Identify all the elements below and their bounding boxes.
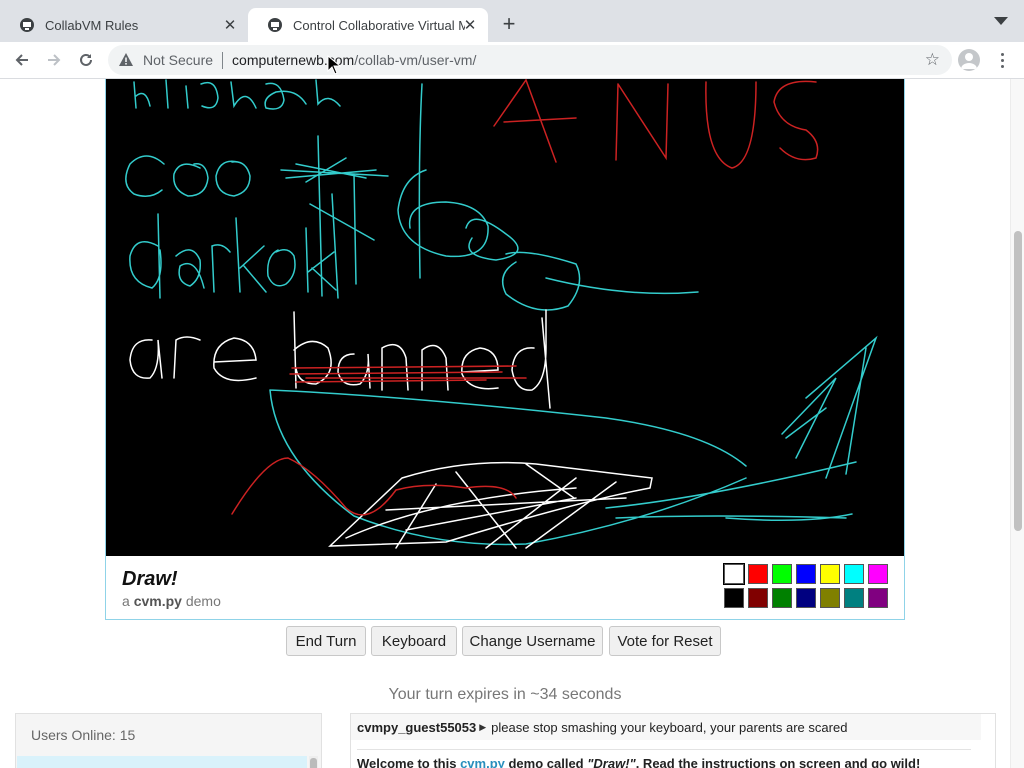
collabvm-favicon-icon [268, 18, 282, 32]
color-swatch[interactable] [844, 588, 864, 608]
subtitle-suffix: demo [185, 593, 221, 609]
drawing-canvas[interactable] [106, 79, 904, 556]
vm-subtitle: a cvm.py demo [122, 593, 221, 609]
vm-frame: Draw! a cvm.py demo [105, 79, 905, 620]
end-turn-button[interactable]: End Turn [286, 626, 366, 656]
url-path: /collab-vm/user-vm/ [354, 52, 477, 68]
collabvm-favicon-icon [20, 18, 34, 32]
tab-collabvm-rules[interactable]: CollabVM Rules ✕ [0, 8, 248, 42]
tab-title: Control Collaborative Virtual M [293, 17, 465, 33]
turn-status: Your turn expires in ~34 seconds [388, 686, 622, 703]
chat-panel: cvmpy_guest55053 ▶ please stop smashing … [350, 713, 996, 768]
vm-screen[interactable] [106, 79, 904, 556]
address-bar[interactable]: Not Secure computernewb.com/collab-vm/us… [108, 45, 952, 75]
color-swatch[interactable] [772, 564, 792, 584]
welcome-suffix: . Read the instructions on screen and go… [635, 756, 921, 768]
color-swatch[interactable] [772, 588, 792, 608]
color-swatch[interactable] [748, 588, 768, 608]
warning-triangle-icon [119, 53, 133, 66]
welcome-message: Welcome to this cvm.py demo called "Draw… [357, 756, 920, 768]
vote-reset-button[interactable]: Vote for Reset [609, 626, 721, 656]
browser-toolbar: Not Secure computernewb.com/collab-vm/us… [0, 42, 1024, 79]
color-swatch[interactable] [844, 564, 864, 584]
subtitle-brand: cvm.py [133, 593, 182, 609]
kebab-menu-icon[interactable] [992, 50, 1012, 70]
welcome-mid: demo called [504, 756, 588, 768]
tab-search-button[interactable] [988, 11, 1014, 35]
subtitle-prefix: a [122, 593, 130, 609]
users-online-count: Users Online: 15 [31, 727, 136, 743]
chat-text: please stop smashing your keyboard, your… [491, 719, 848, 735]
tab-title: CollabVM Rules [45, 17, 139, 33]
security-label[interactable]: Not Secure [143, 52, 213, 68]
welcome-prefix: Welcome to this [357, 756, 461, 768]
chevron-down-icon [994, 17, 1008, 25]
color-swatch[interactable] [796, 588, 816, 608]
color-swatch[interactable] [723, 563, 745, 585]
new-tab-plus-icon[interactable]: + [498, 11, 520, 37]
users-scrollbar[interactable] [309, 756, 318, 768]
color-swatch[interactable] [724, 588, 744, 608]
scrollbar-thumb[interactable] [1014, 231, 1022, 531]
chat-divider [357, 749, 971, 750]
change-username-button[interactable]: Change Username [462, 626, 603, 656]
reload-icon[interactable] [72, 42, 100, 78]
page-scrollbar[interactable] [1010, 79, 1024, 768]
color-swatch[interactable] [868, 588, 888, 608]
color-swatch[interactable] [748, 564, 768, 584]
color-swatch[interactable] [820, 588, 840, 608]
tab-close-icon[interactable]: ✕ [462, 16, 478, 34]
color-swatch[interactable] [820, 564, 840, 584]
chat-message: cvmpy_guest55053 ▶ please stop smashing … [351, 714, 981, 740]
welcome-name: "Draw!" [587, 756, 636, 768]
back-arrow-icon[interactable] [8, 42, 36, 78]
tab-control-collaborative-vm[interactable]: Control Collaborative Virtual M ✕ [248, 8, 488, 42]
color-swatch[interactable] [796, 564, 816, 584]
users-panel: Users Online: 15 [15, 713, 322, 768]
page-content: Draw! a cvm.py demo End Turn Keyboard Ch… [0, 79, 1010, 768]
bookmark-star-icon[interactable]: ☆ [925, 50, 940, 70]
chat-username[interactable]: cvmpy_guest55053 [357, 720, 476, 735]
forward-arrow-icon[interactable] [40, 42, 68, 78]
color-swatch[interactable] [868, 564, 888, 584]
profile-icon[interactable] [958, 49, 980, 71]
keyboard-button[interactable]: Keyboard [371, 626, 457, 656]
chat-arrow-icon: ▶ [479, 721, 487, 732]
omnibox-separator [222, 51, 224, 69]
user-list-item[interactable] [17, 756, 307, 768]
tab-close-icon[interactable]: ✕ [222, 16, 238, 34]
vm-title: Draw! [122, 568, 178, 590]
mouse-cursor-icon [327, 55, 341, 75]
tab-strip: CollabVM Rules ✕ Control Collaborative V… [0, 0, 1024, 42]
welcome-link[interactable]: cvm.py [460, 756, 505, 768]
